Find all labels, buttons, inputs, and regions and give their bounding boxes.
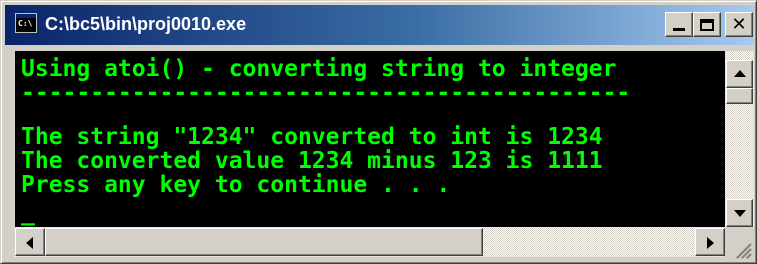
scroll-up-button[interactable] [726,60,753,88]
console-line-2: ----------------------------------------… [21,80,631,106]
horizontal-scrollbar[interactable] [15,227,725,257]
console-line-6: Press any key to continue . . . [21,172,451,198]
text-cursor: _ [21,200,35,226]
console-window: C:\ C:\bc5\bin\proj0010.exe ✕ Using atoi… [0,0,757,264]
close-icon: ✕ [731,14,747,35]
minimize-button[interactable] [665,12,693,37]
vertical-scroll-thumb[interactable] [726,88,753,104]
resize-grip[interactable] [725,227,754,259]
console-icon-bar [16,14,36,18]
console-line-5: The converted value 1234 minus 123 is 11… [21,148,603,174]
close-button[interactable]: ✕ [725,12,753,37]
maximize-icon [700,18,714,31]
up-arrow-icon [734,70,746,77]
scroll-down-button[interactable] [726,199,753,227]
console-line-1: Using atoi() - converting string to inte… [21,56,617,82]
right-arrow-icon [707,237,714,249]
scroll-left-button[interactable] [15,228,45,256]
minimize-icon [673,28,685,31]
console-output[interactable]: Using atoi() - converting string to inte… [15,51,725,227]
down-arrow-icon [734,210,746,217]
vertical-scrollbar[interactable] [725,51,754,227]
title-bar[interactable]: C:\ C:\bc5\bin\proj0010.exe ✕ [5,5,754,45]
maximize-button[interactable] [693,12,721,37]
scroll-right-button[interactable] [695,228,725,256]
console-icon[interactable]: C:\ [15,13,37,33]
horizontal-scroll-thumb[interactable] [45,228,483,256]
left-arrow-icon [26,237,33,249]
console-line-4: The string "1234" converted to int is 12… [21,124,603,150]
console-icon-text: C:\ [18,19,33,28]
window-title: C:\bc5\bin\proj0010.exe [45,14,247,34]
